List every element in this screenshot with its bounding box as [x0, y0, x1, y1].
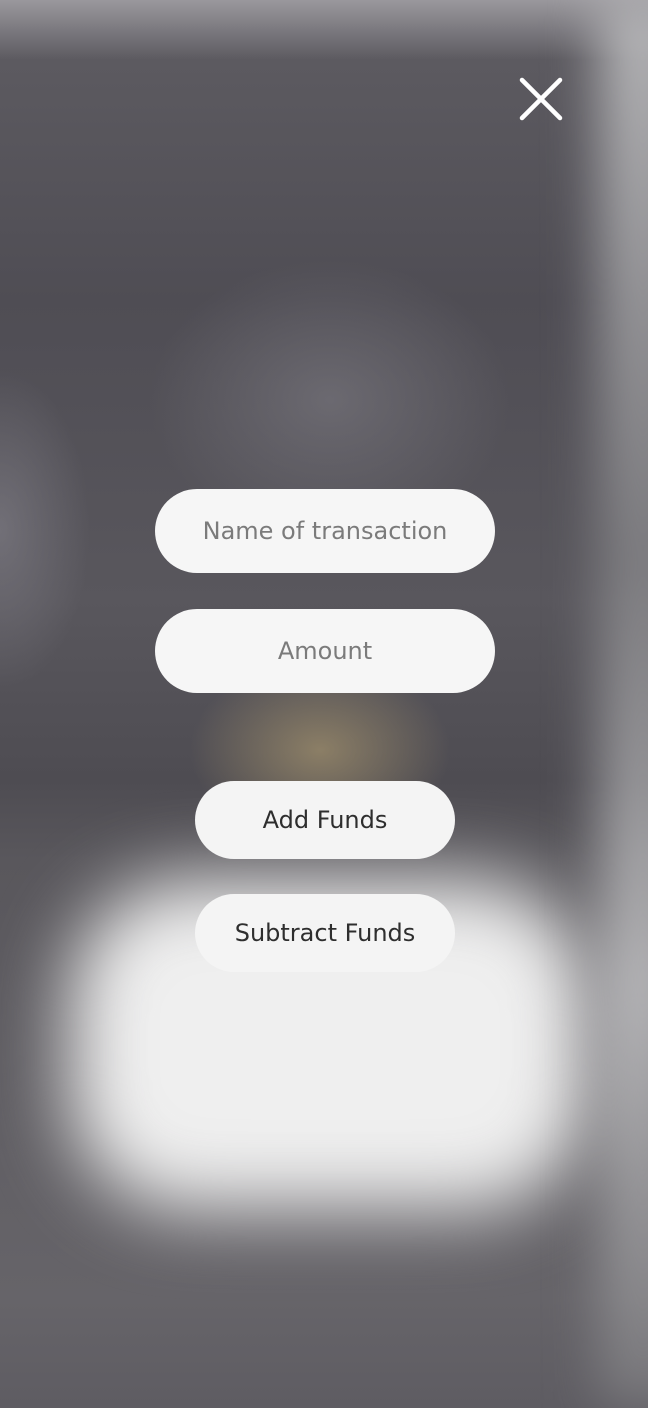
add-funds-button[interactable]: Add Funds [195, 781, 455, 859]
close-icon [519, 77, 563, 121]
transaction-name-input[interactable] [155, 489, 495, 573]
amount-input[interactable] [155, 609, 495, 693]
subtract-funds-button[interactable]: Subtract Funds [195, 894, 455, 972]
close-button[interactable] [512, 70, 570, 128]
blurred-background [0, 0, 648, 1408]
